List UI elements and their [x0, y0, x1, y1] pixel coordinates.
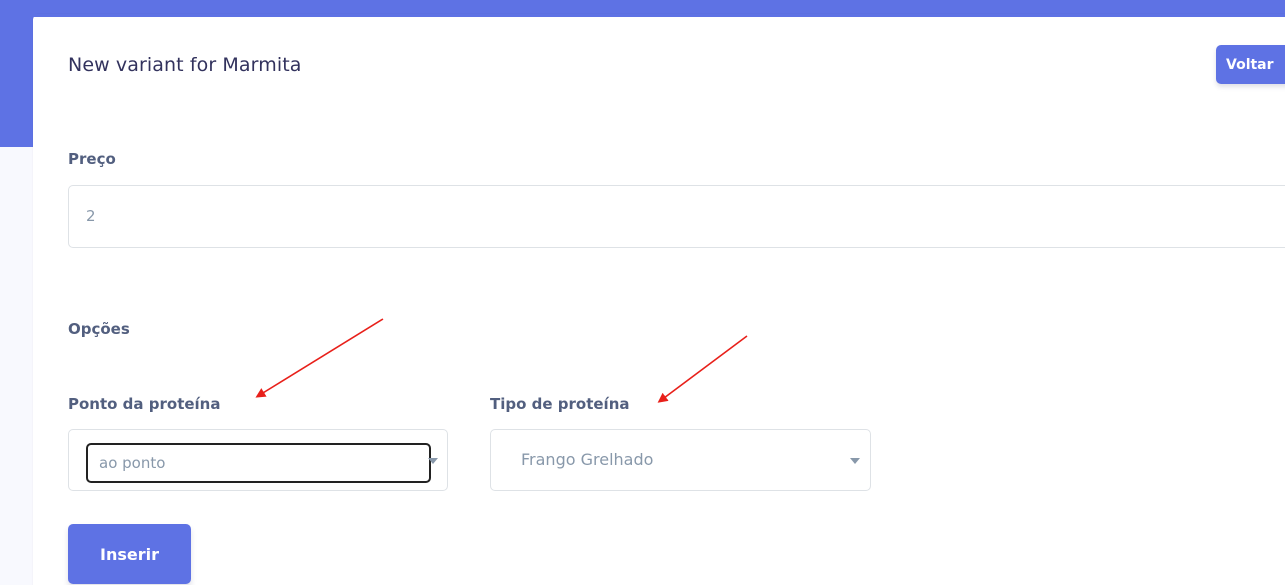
page-title: New variant for Marmita — [68, 54, 302, 76]
protein-doneness-select[interactable]: ao ponto — [68, 429, 448, 491]
protein-doneness-label: Ponto da proteína — [68, 395, 221, 413]
protein-type-value: Frango Grelhado — [521, 450, 654, 469]
card-top-border — [33, 14, 1285, 17]
price-input[interactable]: 2 — [68, 185, 1285, 248]
page: New variant for Marmita Voltar Preço 2 O… — [0, 0, 1285, 585]
variant-form-card: New variant for Marmita Voltar Preço 2 O… — [33, 14, 1285, 585]
caret-down-icon — [428, 458, 438, 464]
price-label: Preço — [68, 150, 116, 168]
insert-button[interactable]: Inserir — [68, 524, 191, 584]
options-heading: Opções — [68, 320, 130, 338]
protein-type-select[interactable]: Frango Grelhado — [490, 429, 871, 491]
caret-down-icon — [850, 458, 860, 464]
back-button[interactable]: Voltar — [1216, 45, 1285, 84]
protein-doneness-value: ao ponto — [86, 443, 431, 483]
protein-type-label: Tipo de proteína — [490, 395, 630, 413]
